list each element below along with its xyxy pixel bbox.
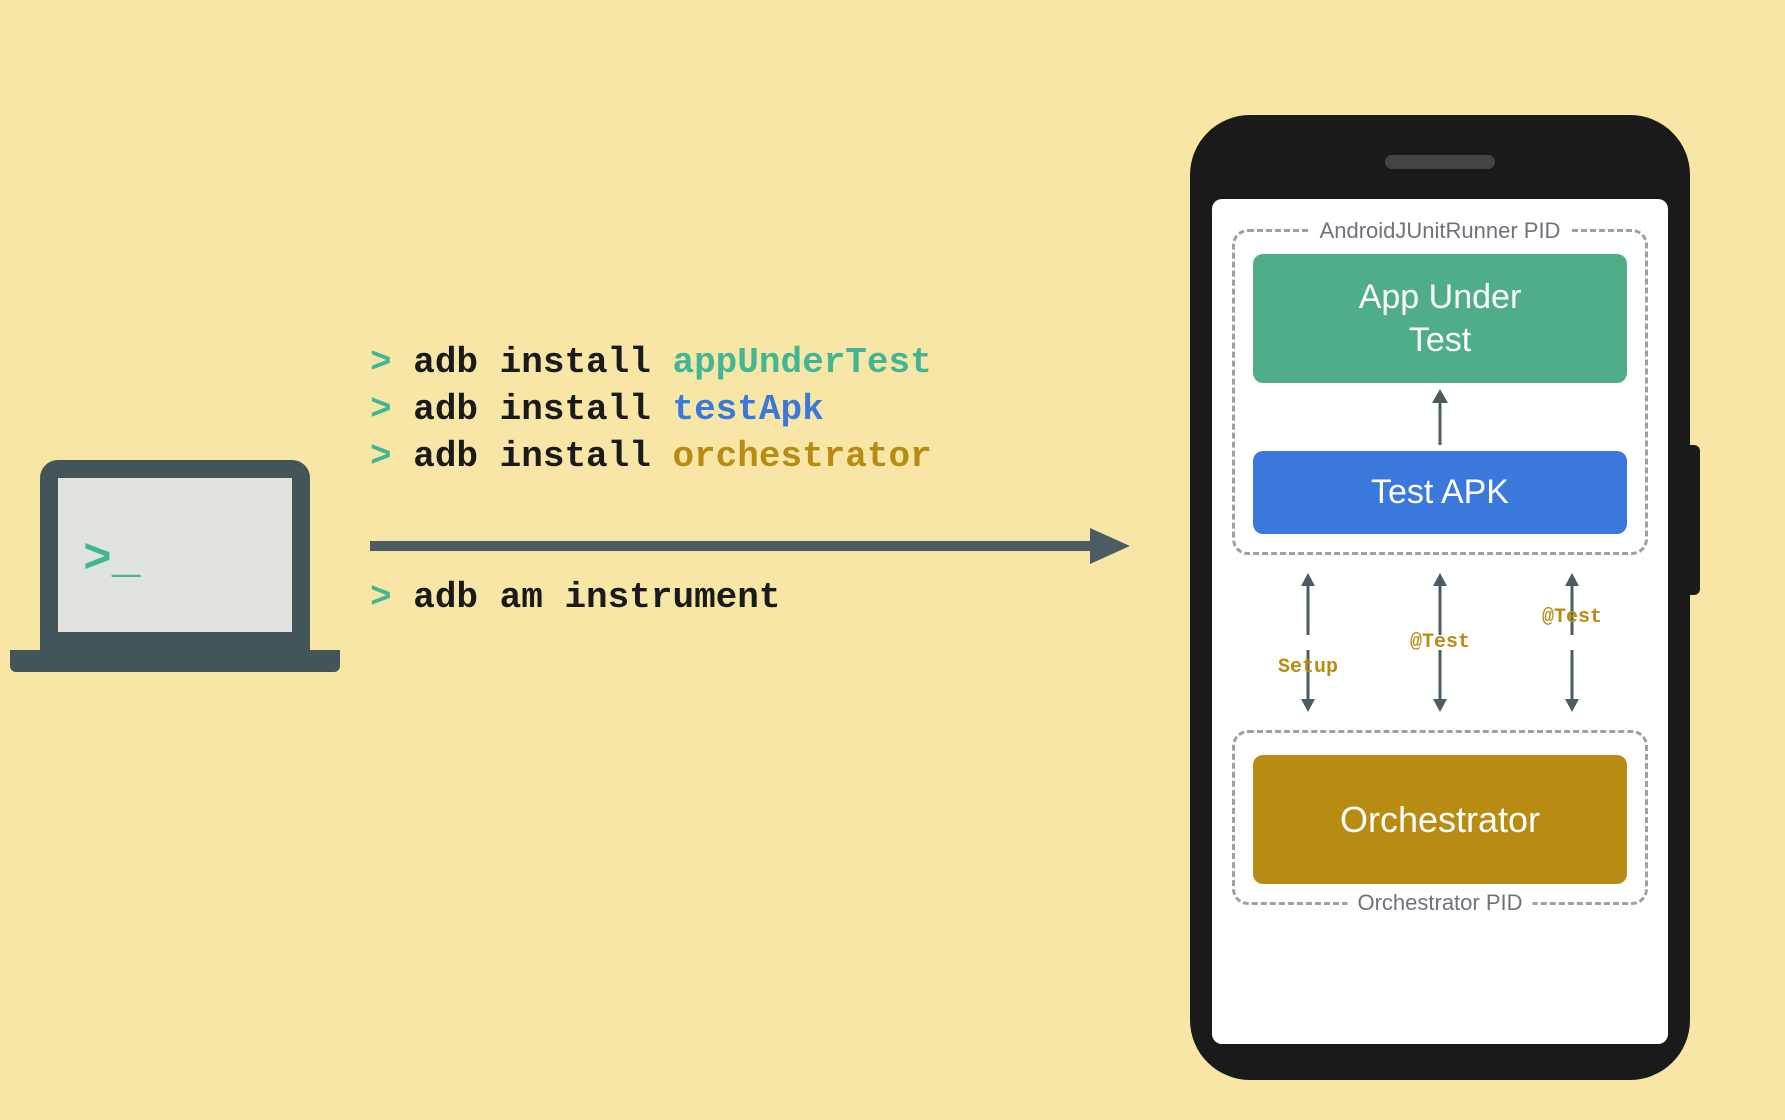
terminal-prompt-glyph: >_ bbox=[83, 533, 141, 587]
prompt-symbol: > bbox=[370, 436, 413, 477]
laptop-body: >_ bbox=[40, 460, 310, 650]
command-text: adb install bbox=[413, 436, 672, 477]
bi-arrow-label: Setup bbox=[1278, 656, 1338, 679]
command-text: adb am instrument bbox=[413, 577, 780, 618]
orchestrator-pid-group: Orchestrator Orchestrator PID bbox=[1232, 730, 1648, 905]
command-line: > adb am instrument bbox=[370, 575, 780, 622]
bi-arrow-col: @Test bbox=[1542, 573, 1602, 712]
bidirectional-arrows-region: Setup @Test @Test bbox=[1232, 555, 1648, 730]
command-arg: orchestrator bbox=[672, 436, 931, 477]
command-line: > adb install testApk bbox=[370, 387, 932, 434]
prompt-symbol: > bbox=[370, 577, 413, 618]
prompt-symbol: > bbox=[370, 342, 413, 383]
command-line: > adb install appUnderTest bbox=[370, 340, 932, 387]
phone-screen: AndroidJUnitRunner PID App Under Test Te… bbox=[1212, 199, 1668, 1044]
laptop-base bbox=[10, 650, 340, 672]
flow-arrow-icon bbox=[370, 526, 1130, 566]
bi-arrow-label: @Test bbox=[1410, 631, 1470, 654]
arrow-up-icon bbox=[1296, 573, 1320, 635]
command-list-above: > adb install appUnderTest > adb install… bbox=[370, 340, 932, 480]
test-apk-block: Test APK bbox=[1253, 451, 1627, 534]
androidjunitrunner-pid-group: AndroidJUnitRunner PID App Under Test Te… bbox=[1232, 229, 1648, 555]
command-text: adb install bbox=[413, 389, 672, 430]
vertical-arrow-icon bbox=[1253, 389, 1627, 445]
app-under-test-block: App Under Test bbox=[1253, 254, 1627, 383]
command-list-below: > adb am instrument bbox=[370, 575, 780, 622]
phone-icon: AndroidJUnitRunner PID App Under Test Te… bbox=[1190, 115, 1690, 1080]
group-label: Orchestrator PID bbox=[1347, 890, 1532, 916]
command-arg: testApk bbox=[672, 389, 823, 430]
orchestrator-block: Orchestrator bbox=[1253, 755, 1627, 884]
bi-arrow-col: @Test bbox=[1410, 573, 1470, 712]
phone-speaker bbox=[1385, 155, 1495, 169]
arrow-up-icon bbox=[1428, 573, 1452, 635]
arrow-down-icon bbox=[1560, 650, 1584, 712]
command-arg: appUnderTest bbox=[672, 342, 931, 383]
group-label: AndroidJUnitRunner PID bbox=[1310, 218, 1571, 244]
arrow-down-icon bbox=[1428, 650, 1452, 712]
prompt-symbol: > bbox=[370, 389, 413, 430]
command-text: adb install bbox=[413, 342, 672, 383]
laptop-icon: >_ bbox=[40, 460, 340, 672]
command-line: > adb install orchestrator bbox=[370, 434, 932, 481]
bi-arrow-label: @Test bbox=[1542, 606, 1602, 629]
bi-arrow-col: Setup bbox=[1278, 573, 1338, 712]
